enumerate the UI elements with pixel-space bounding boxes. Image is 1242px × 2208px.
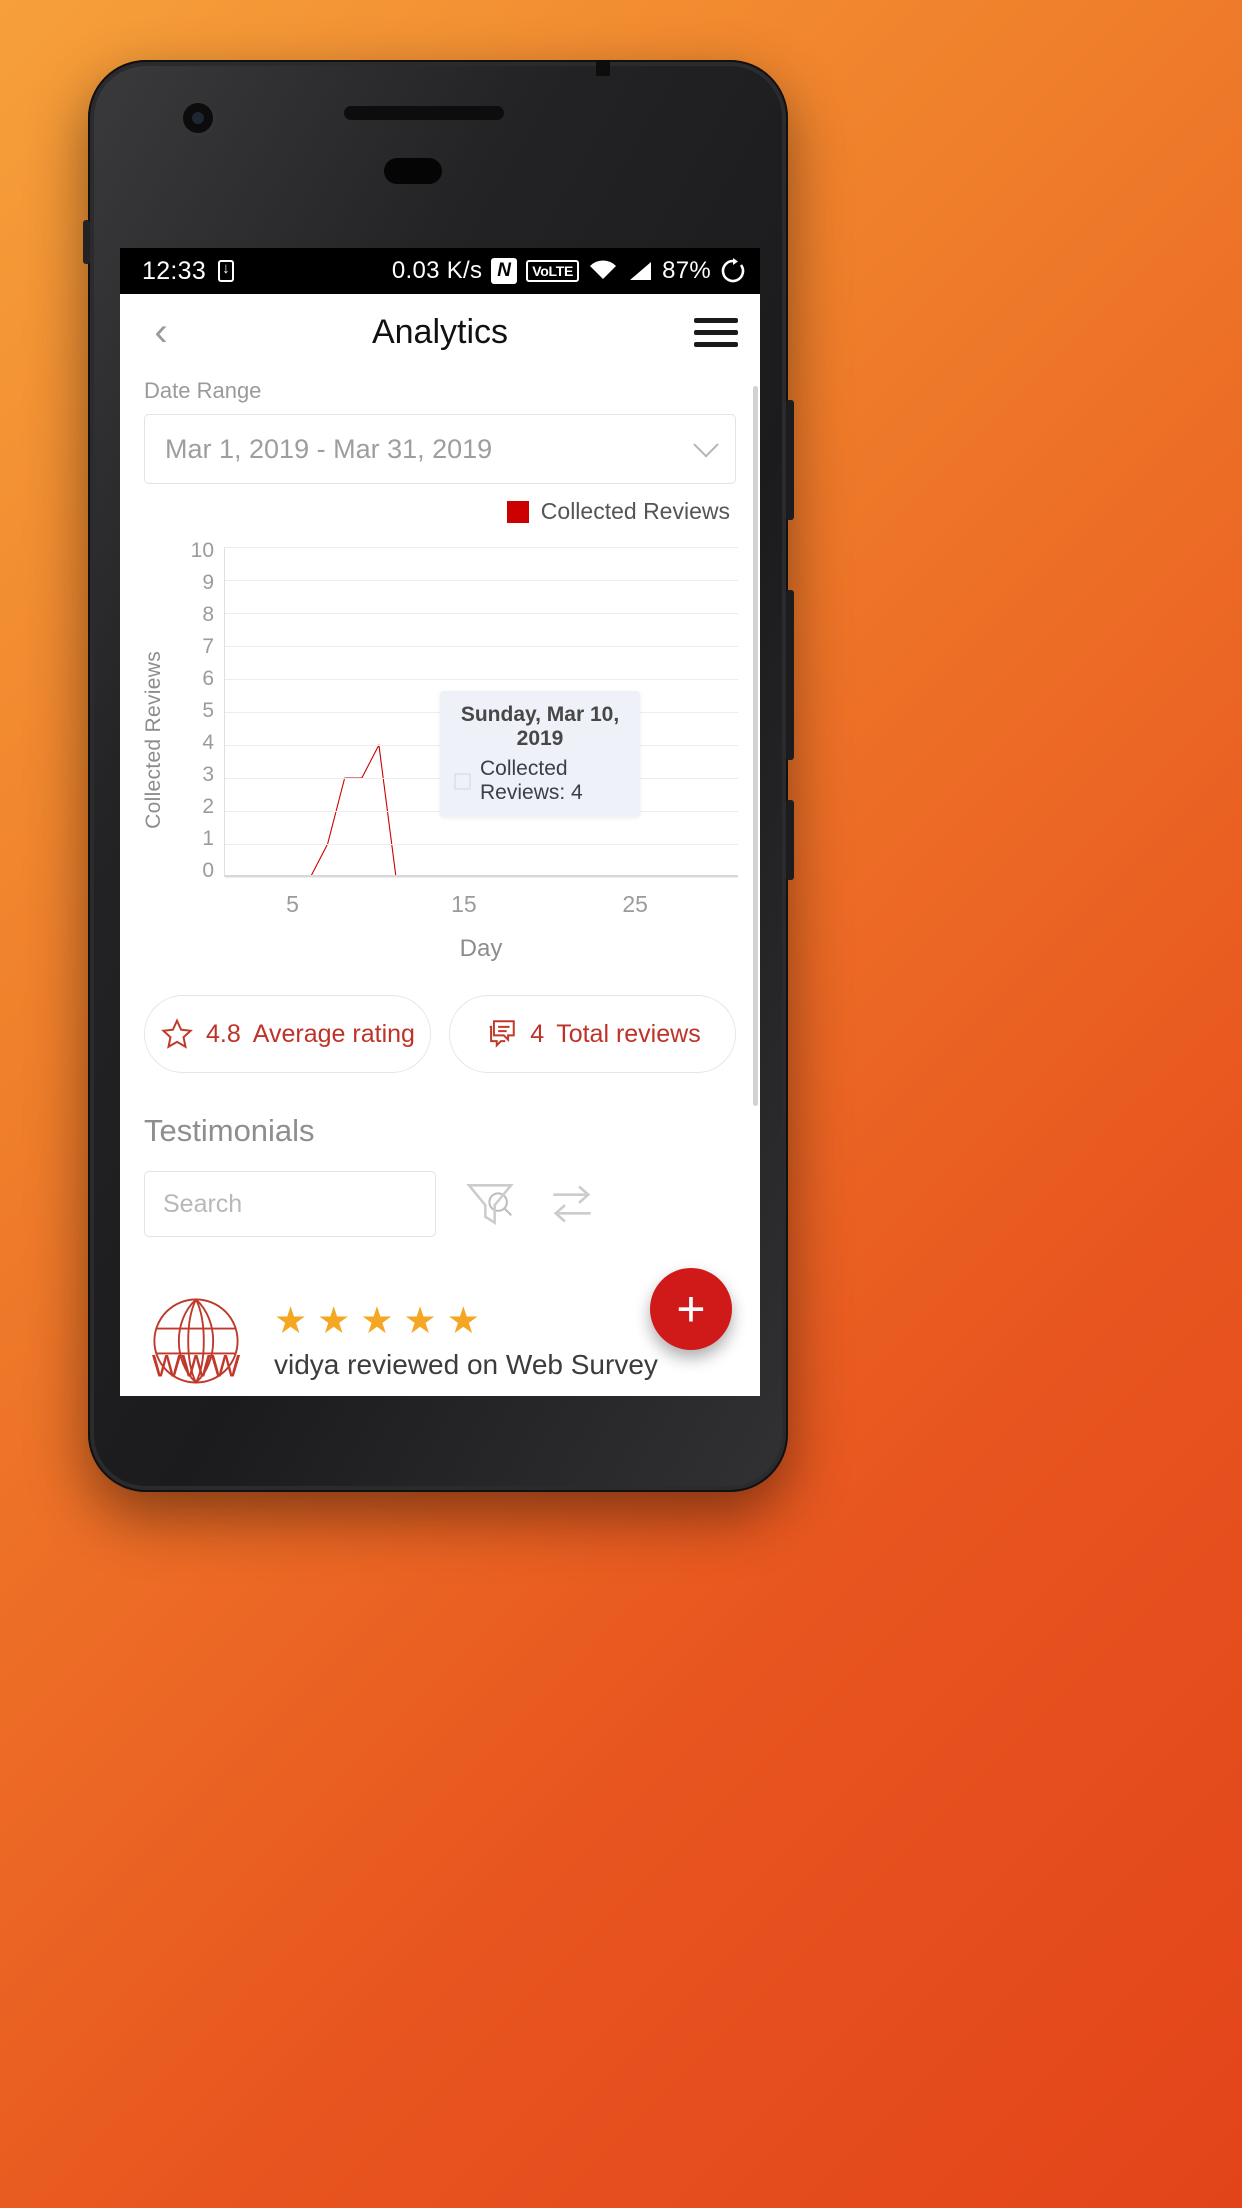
page-title: Analytics [371,312,509,351]
back-button[interactable]: ‹ [142,312,180,352]
y-axis-title: Collected Reviews [142,651,165,829]
gridline [225,547,738,548]
scrollable-content: Date Range Mar 1, 2019 - Mar 31, 2019 Co… [120,370,760,1396]
testimonials-heading: Testimonials [144,1113,315,1148]
star-filled-icon: ★ [360,1299,394,1341]
y-tick-label: 9 [202,571,214,594]
download-icon [218,258,235,282]
gridline [225,580,738,581]
y-tick-label: 3 [202,763,214,786]
x-tick-label: 25 [622,891,648,917]
signal-icon [627,259,653,283]
average-rating-pill[interactable]: 4.8 Average rating [144,995,431,1073]
reviews-bubble-icon [484,1017,518,1051]
y-tick-label: 5 [202,699,214,722]
front-camera-icon [180,100,216,136]
date-range-label: Date Range [144,378,262,403]
network-speed-label: 0.03 K/s [391,257,483,284]
phone-frame: 12:33 0.03 K/s N VoLTE 87% [83,60,794,1492]
y-tick-label: 0 [202,859,214,882]
y-tick-label: 7 [202,635,214,658]
star-filled-icon: ★ [403,1299,437,1341]
status-bar-left: 12:33 [134,256,235,286]
total-reviews-pill[interactable]: 4 Total reviews [449,995,736,1073]
date-range-select[interactable]: Mar 1, 2019 - Mar 31, 2019 [144,414,736,484]
battery-percent: 87% [662,257,711,284]
volte-icon: VoLTE [526,260,580,282]
y-axis-tick-labels: 10 9 8 7 6 5 4 3 2 1 0 [174,539,214,883]
status-time: 12:33 [142,256,207,285]
x-axis-tick-labels: 5 15 25 [224,891,738,921]
earpiece-speaker [344,106,504,120]
phone-bezel-top [88,60,788,240]
www-globe-icon: WWW [144,1289,248,1393]
review-text: vidya reviewed on Web Survey [274,1348,658,1380]
average-rating-value: 4.8 [206,1019,241,1048]
hamburger-menu-icon[interactable] [694,317,738,347]
gridline [225,877,738,878]
tooltip-value: Collected Reviews: 4 [480,757,583,804]
legend-color-swatch [506,500,529,523]
svg-text:WWW: WWW [152,1348,241,1383]
gridline [225,844,738,845]
chart-legend[interactable]: Collected Reviews [138,498,742,525]
gridline [225,646,738,647]
wifi-icon [588,259,618,283]
tooltip-title: Sunday, Mar 10, 2019 [460,703,620,750]
chevron-down-icon [693,432,719,458]
sort-swap-icon[interactable] [544,1176,600,1232]
y-tick-label: 10 [190,539,214,562]
rotation-lock-icon [720,258,746,284]
plus-icon: + [676,1281,706,1337]
y-tick-label: 6 [202,667,214,690]
testimonials-section: Testimonials [120,1073,760,1237]
volume-down-button[interactable] [786,800,794,880]
gridline [225,613,738,614]
add-button-fab[interactable]: + [650,1268,732,1350]
x-tick-label: 5 [286,891,299,917]
total-reviews-label: Total reviews [556,1019,701,1048]
y-tick-label: 8 [202,603,214,626]
gridline [225,679,738,680]
tooltip-color-swatch [454,772,471,790]
phone-screen: 12:33 0.03 K/s N VoLTE 87% [120,248,760,1396]
y-tick-label: 1 [202,827,214,850]
y-tick-label: 2 [202,795,214,818]
total-reviews-value: 4 [530,1019,545,1048]
x-tick-label: 15 [451,891,477,917]
proximity-sensor [384,158,442,184]
plot-wrapper: Collected Reviews 10 9 8 7 6 5 4 3 2 1 0 5 15 25 Day… [138,539,742,969]
y-tick-label: 4 [202,731,214,754]
app-bar: ‹ Analytics [120,294,760,370]
testimonials-tools-row [144,1171,736,1237]
antenna-line [596,60,610,76]
volume-up-button[interactable] [786,590,794,760]
star-outline-icon [160,1017,194,1051]
star-filled-icon: ★ [446,1299,480,1341]
search-box[interactable] [144,1171,512,1237]
star-filled-icon: ★ [274,1299,308,1341]
analytics-chart: Collected Reviews Collected Reviews 10 9 8… [120,484,760,969]
status-bar-right: 0.03 K/s N VoLTE 87% [392,257,746,285]
average-rating-label: Average rating [252,1019,415,1048]
date-range-value: Mar 1, 2019 - Mar 31, 2019 [165,433,493,464]
power-button[interactable] [786,400,794,520]
tooltip-row: Collected Reviews: 4 [454,757,626,805]
stats-row: 4.8 Average rating 4 Total reviews [120,969,760,1073]
chart-tooltip: Sunday, Mar 10, 2019 Collected Reviews: … [440,691,640,817]
legend-label: Collected Reviews [540,498,730,524]
search-input[interactable] [163,1189,485,1219]
status-bar: 12:33 0.03 K/s N VoLTE 87% [120,248,760,294]
funnel-filter-icon[interactable] [462,1176,518,1232]
nfc-icon: N [491,258,518,284]
x-axis-title: Day [459,935,503,962]
star-filled-icon: ★ [317,1299,351,1341]
date-range-section: Date Range Mar 1, 2019 - Mar 31, 2019 [120,370,760,484]
